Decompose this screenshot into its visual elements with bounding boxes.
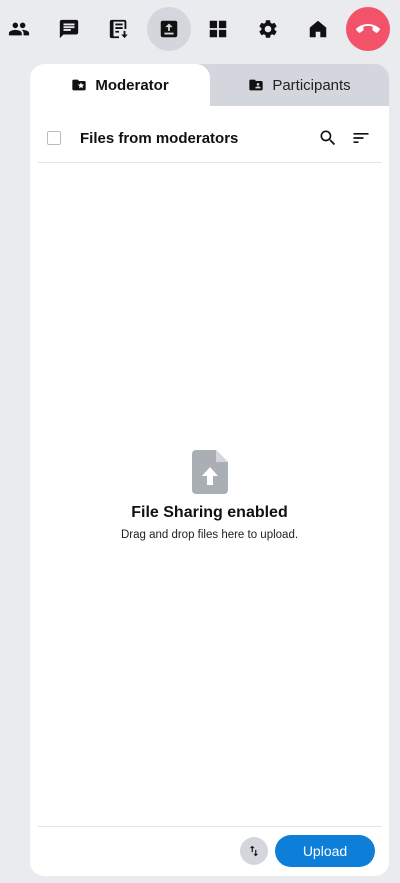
files-header-title: Files from moderators (80, 130, 239, 147)
participants-button[interactable] (0, 7, 41, 51)
home-icon (309, 20, 327, 38)
swap-vertical-icon (249, 845, 259, 857)
empty-state-title: File Sharing enabled (131, 504, 288, 521)
folder-shared-icon (249, 79, 263, 91)
tab-participants[interactable]: Participants (210, 64, 389, 106)
search-button[interactable] (318, 128, 338, 148)
participants-icon (8, 22, 30, 36)
top-toolbar (0, 0, 400, 58)
apps-grid-icon (209, 20, 227, 38)
file-sharing-panel: Moderator Participants Files from modera… (30, 64, 389, 876)
chat-button[interactable] (47, 7, 91, 51)
files-header: Files from moderators (38, 106, 382, 163)
panel-footer: Upload (38, 826, 382, 876)
apps-button[interactable] (196, 7, 240, 51)
tab-moderator-label: Moderator (95, 76, 169, 94)
settings-button[interactable] (246, 7, 290, 51)
sort-order-button[interactable] (240, 837, 268, 865)
file-sharing-button[interactable] (147, 7, 191, 51)
upload-button[interactable]: Upload (275, 835, 375, 867)
select-all-checkbox[interactable] (47, 131, 61, 145)
notes-icon (109, 19, 128, 39)
tab-moderator[interactable]: Moderator (30, 64, 210, 106)
home-button[interactable] (296, 7, 340, 51)
hang-up-button[interactable] (346, 7, 390, 51)
sort-lines-icon (353, 133, 369, 143)
chat-icon (59, 19, 79, 39)
notes-button[interactable] (97, 7, 141, 51)
folder-star-icon (72, 79, 86, 91)
file-upload-icon (191, 450, 228, 494)
settings-gear-icon (259, 20, 277, 38)
file-sharing-icon (160, 20, 178, 38)
sort-menu-button[interactable] (351, 128, 371, 148)
search-icon (320, 130, 336, 146)
tab-participants-label: Participants (272, 76, 351, 94)
empty-state-subtitle: Drag and drop files here to upload. (120, 529, 299, 541)
tab-bar: Moderator Participants (30, 64, 389, 106)
empty-state: File Sharing enabled Drag and drop files… (30, 450, 389, 541)
hang-up-icon (356, 24, 380, 33)
